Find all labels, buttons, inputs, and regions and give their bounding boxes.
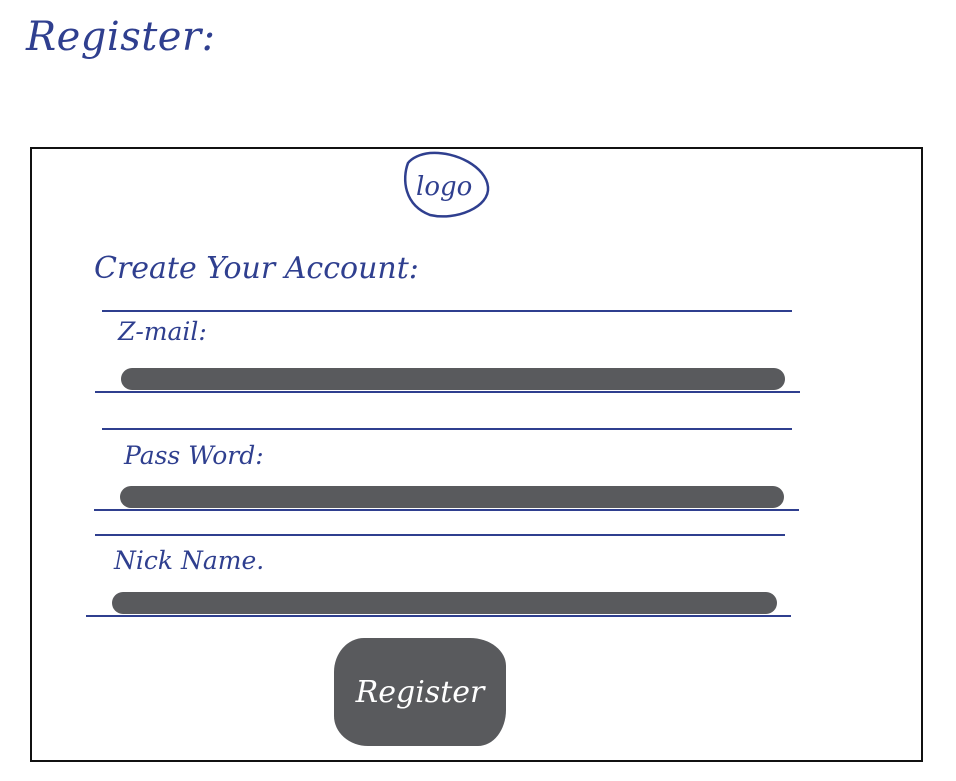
- register-button[interactable]: Register: [334, 638, 506, 746]
- register-card: logo Create Your Account: Z-mail: Pass W…: [30, 147, 923, 762]
- page-heading: Register:: [26, 14, 216, 60]
- divider-line: [95, 534, 785, 536]
- password-input[interactable]: [120, 486, 784, 508]
- form-title: Create Your Account:: [94, 251, 419, 286]
- divider-line: [102, 310, 792, 312]
- email-input[interactable]: [121, 368, 785, 390]
- divider-line: [95, 391, 800, 393]
- divider-line: [102, 428, 792, 430]
- logo-text: logo: [416, 172, 472, 202]
- divider-line: [86, 615, 791, 617]
- logo: logo: [394, 149, 492, 221]
- nickname-label: Nick Name.: [114, 546, 265, 575]
- divider-line: [94, 509, 799, 511]
- password-label: Pass Word:: [124, 441, 264, 470]
- nickname-input[interactable]: [112, 592, 777, 614]
- email-label: Z-mail:: [118, 317, 207, 346]
- logo-badge: logo: [404, 151, 490, 218]
